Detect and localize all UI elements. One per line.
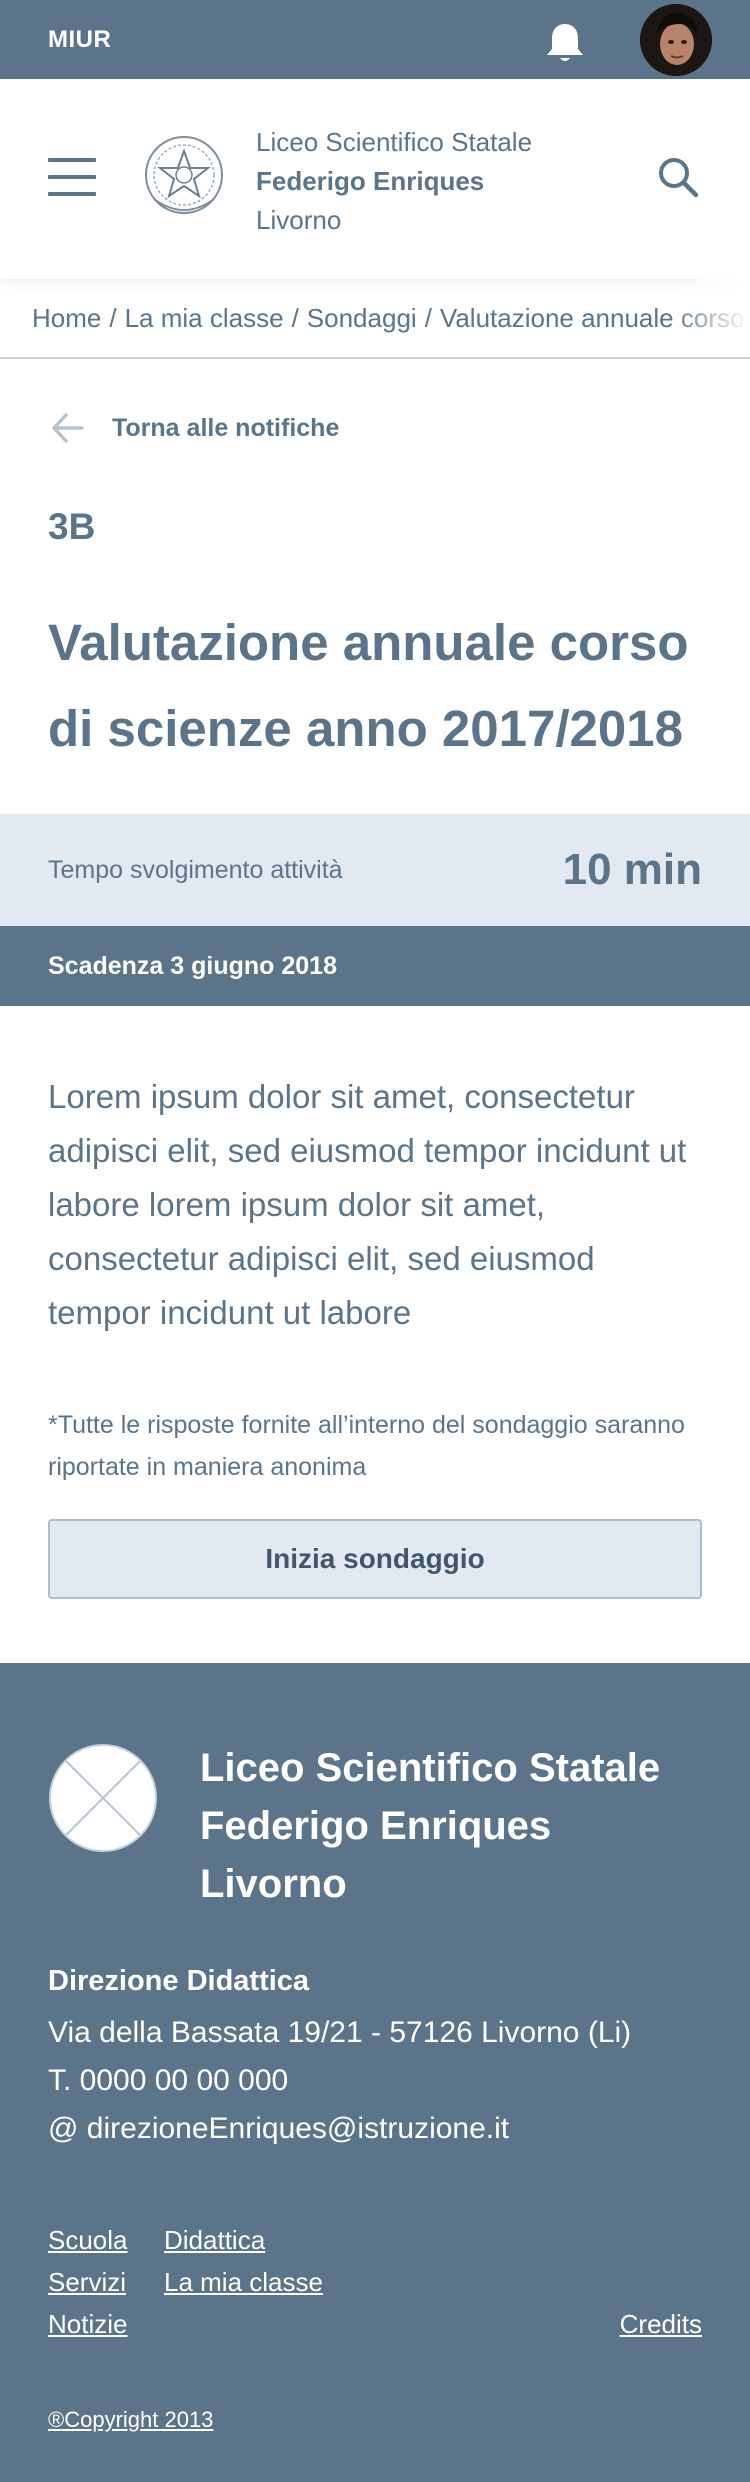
breadcrumb-separator: / — [424, 302, 432, 333]
contact-info: Via della Bassata 19/21 - 57126 Livorno … — [48, 2009, 631, 2153]
footer-link-notizie[interactable]: Notizie — [48, 2309, 127, 2339]
search-icon[interactable] — [656, 155, 700, 199]
emblem-icon[interactable] — [142, 129, 226, 221]
activity-time-label: Tempo svolgimento attività — [48, 855, 343, 884]
class-code: 3B — [48, 506, 96, 547]
breadcrumb-my-class[interactable]: La mia classe — [125, 303, 284, 334]
activity-time-value: 10 min — [562, 845, 702, 894]
arrow-left-icon — [52, 413, 84, 443]
breadcrumb-fade — [670, 279, 750, 357]
start-survey-button[interactable]: Inizia sondaggio — [48, 1519, 702, 1599]
footer-school-name[interactable]: Liceo Scientifico Statale Federigo Enriq… — [200, 1739, 660, 1913]
breadcrumb-surveys[interactable]: Sondaggi — [307, 303, 417, 334]
miur-brand[interactable]: MIUR — [48, 26, 111, 54]
copyright: ®Copyright 2013 — [48, 2407, 213, 2433]
deadline-banner: Scadenza 3 giugno 2018 — [0, 926, 750, 1006]
school-name-line3: Livorno — [256, 205, 342, 235]
breadcrumb: Home / La mia classe / Sondaggi / Valuta… — [0, 279, 750, 359]
placeholder-logo-icon[interactable] — [48, 1743, 158, 1853]
page-title: Valutazione annuale corso di scienze ann… — [48, 614, 689, 757]
user-avatar[interactable] — [640, 4, 712, 76]
back-to-notifications-link[interactable]: Torna alle notifiche — [48, 408, 339, 448]
breadcrumb-home[interactable]: Home — [32, 303, 101, 334]
footer-links-col1: Scuola Servizi Notizie — [48, 2219, 128, 2345]
email-text[interactable]: @ direzioneEnriques@istruzione.it — [48, 2105, 631, 2153]
footer-school-line2: Federigo Enriques — [200, 1804, 552, 1848]
school-name-line2: Federigo Enriques — [256, 166, 485, 196]
footer-school-line1: Liceo Scientifico Statale — [200, 1746, 661, 1790]
activity-time-band: Tempo svolgimento attività 10 min — [0, 814, 750, 926]
copyright-link[interactable]: ®Copyright 2013 — [48, 2407, 213, 2432]
footer-link-credits[interactable]: Credits — [620, 2303, 702, 2345]
site-header: Liceo Scientifico Statale Federigo Enriq… — [0, 79, 750, 279]
breadcrumb-separator: / — [291, 302, 299, 333]
footer-link-didattica[interactable]: Didattica — [164, 2225, 265, 2255]
footer-links-col2: Didattica La mia classe — [164, 2219, 323, 2303]
back-link-label: Torna alle notifiche — [112, 413, 340, 442]
top-bar: MIUR — [0, 0, 750, 79]
phone-text[interactable]: T. 0000 00 00 000 — [48, 2057, 631, 2105]
footer-link-la-mia-classe[interactable]: La mia classe — [164, 2267, 323, 2297]
anonymity-note: *Tutte le risposte fornite all’interno d… — [48, 1411, 685, 1481]
direction-title: Direzione Didattica — [48, 1965, 310, 1997]
hamburger-icon[interactable] — [48, 158, 96, 196]
survey-description: Lorem ipsum dolor sit amet, consectetur … — [48, 1078, 687, 1331]
site-footer: Liceo Scientifico Statale Federigo Enriq… — [0, 1663, 750, 2482]
address-text: Via della Bassata 19/21 - 57126 Livorno … — [48, 2016, 632, 2049]
bell-icon[interactable] — [540, 18, 590, 68]
school-name[interactable]: Liceo Scientifico Statale Federigo Enriq… — [256, 123, 532, 240]
breadcrumb-separator: / — [109, 302, 117, 333]
footer-school-line3: Livorno — [200, 1862, 347, 1906]
footer-link-scuola[interactable]: Scuola — [48, 2225, 128, 2255]
school-name-line1: Liceo Scientifico Statale — [256, 127, 533, 157]
footer-link-servizi[interactable]: Servizi — [48, 2267, 126, 2297]
